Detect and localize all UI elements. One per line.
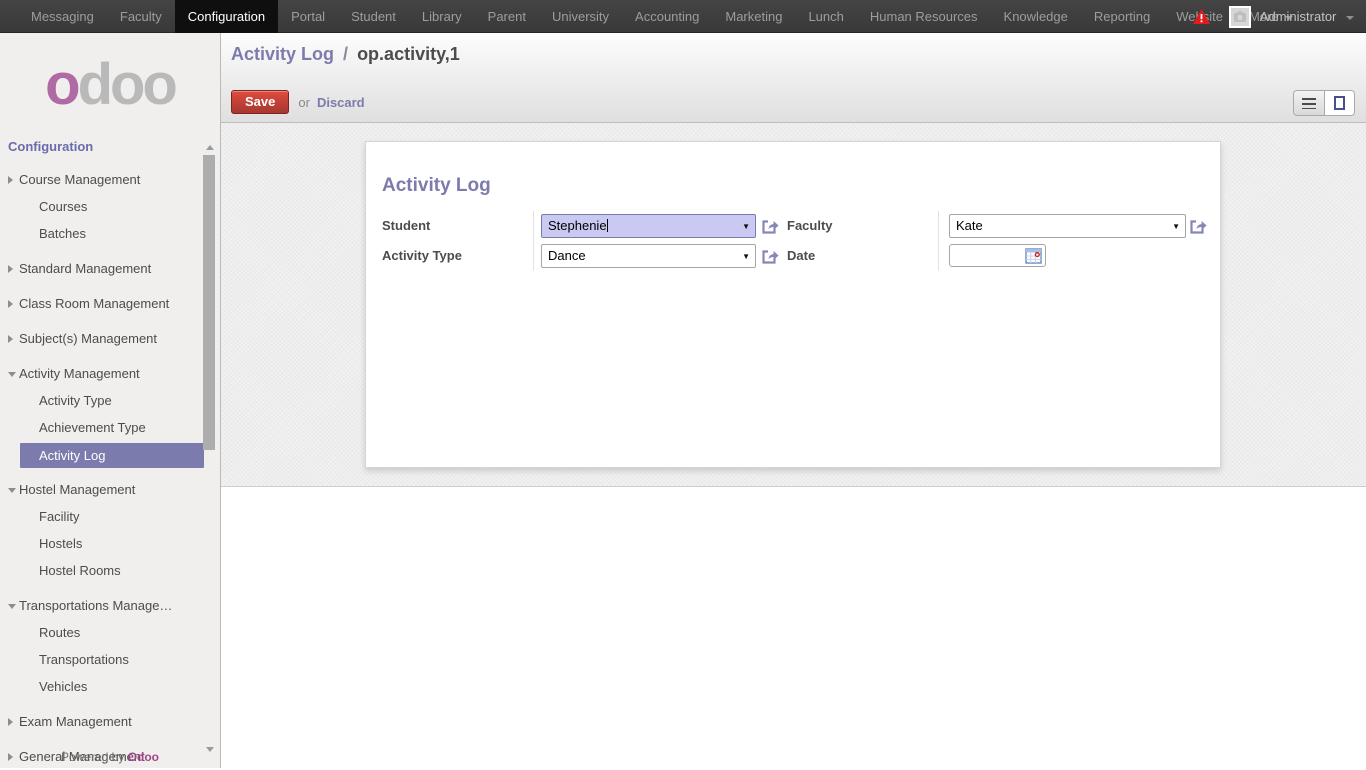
scroll-up-icon[interactable] bbox=[206, 145, 214, 150]
nav-item-parent[interactable]: Parent bbox=[475, 0, 539, 33]
calendar-icon[interactable] bbox=[1025, 247, 1042, 264]
or-label: or bbox=[298, 95, 310, 110]
form-title: Activity Log bbox=[382, 175, 491, 197]
warning-icon[interactable] bbox=[1193, 9, 1210, 24]
sidebar-group-standard-management[interactable]: Standard Management bbox=[0, 255, 220, 282]
list-icon bbox=[1302, 98, 1316, 109]
chevron-down-icon bbox=[8, 488, 16, 493]
nav-item-lunch[interactable]: Lunch bbox=[795, 0, 856, 33]
nav-item-accounting[interactable]: Accounting bbox=[622, 0, 712, 33]
action-buttons: Save or Discard bbox=[231, 90, 365, 114]
top-navbar: MessagingFacultyConfigurationPortalStude… bbox=[0, 0, 1366, 33]
sidebar-item-routes[interactable]: Routes bbox=[0, 619, 220, 646]
chevron-right-icon bbox=[8, 265, 13, 273]
sidebar-group-hostel-management[interactable]: Hostel Management bbox=[0, 476, 220, 503]
sidebar-group-course-management[interactable]: Course Management bbox=[0, 166, 220, 193]
avatar-placeholder-icon bbox=[1231, 8, 1249, 26]
nav-item-human-resources[interactable]: Human Resources bbox=[857, 0, 991, 33]
student-label: Student bbox=[382, 211, 430, 241]
nav-item-knowledge[interactable]: Knowledge bbox=[991, 0, 1081, 33]
nav-menu: MessagingFacultyConfigurationPortalStude… bbox=[18, 0, 1306, 33]
view-switcher bbox=[1293, 90, 1355, 116]
sidebar-group-exam-management[interactable]: Exam Management bbox=[0, 708, 220, 735]
chevron-right-icon bbox=[8, 335, 13, 343]
student-open-record-icon[interactable] bbox=[761, 218, 779, 235]
sidebar-item-transportations[interactable]: Transportations bbox=[0, 646, 220, 673]
powered-by: Powered by Odoo bbox=[0, 750, 220, 764]
sidebar-group-activity-management[interactable]: Activity Management bbox=[0, 360, 220, 387]
scrollbar-thumb[interactable] bbox=[203, 155, 215, 450]
dropdown-arrow-icon: ▼ bbox=[742, 215, 750, 238]
faculty-value: Kate bbox=[956, 218, 983, 233]
sidebar-heading: Configuration bbox=[8, 139, 220, 154]
powered-by-text: Powered by bbox=[61, 750, 128, 764]
chevron-right-icon bbox=[8, 300, 13, 308]
sidebar-item-hostels[interactable]: Hostels bbox=[0, 530, 220, 557]
sidebar: odoo Configuration Course ManagementCour… bbox=[0, 33, 221, 768]
list-view-button[interactable] bbox=[1294, 91, 1324, 115]
sidebar-group-subject-s-management[interactable]: Subject(s) Management bbox=[0, 325, 220, 352]
user-name-label: Administrator bbox=[1260, 9, 1337, 24]
sidebar-item-hostel-rooms[interactable]: Hostel Rooms bbox=[0, 557, 220, 584]
discard-link[interactable]: Discard bbox=[317, 95, 365, 110]
dropdown-arrow-icon: ▼ bbox=[742, 245, 750, 268]
faculty-open-record-icon[interactable] bbox=[1189, 218, 1207, 235]
breadcrumb-parent-link[interactable]: Activity Log bbox=[231, 44, 334, 64]
sidebar-scrollbar[interactable] bbox=[203, 145, 215, 752]
sidebar-item-achievement-type[interactable]: Achievement Type bbox=[0, 414, 220, 441]
form-icon bbox=[1334, 96, 1345, 110]
user-menu[interactable]: Administrator bbox=[1260, 9, 1354, 24]
breadcrumb-current: op.activity,1 bbox=[357, 44, 460, 64]
nav-item-university[interactable]: University bbox=[539, 0, 622, 33]
nav-item-library[interactable]: Library bbox=[409, 0, 475, 33]
nav-item-configuration[interactable]: Configuration bbox=[175, 0, 278, 33]
date-label: Date bbox=[787, 241, 815, 271]
activity-type-value: Dance bbox=[548, 248, 586, 263]
chevron-down-icon bbox=[8, 604, 16, 609]
form-view-button[interactable] bbox=[1324, 91, 1354, 115]
column-separator bbox=[533, 211, 534, 271]
nav-item-faculty[interactable]: Faculty bbox=[107, 0, 175, 33]
chevron-right-icon bbox=[8, 718, 13, 726]
faculty-select[interactable]: Kate ▼ bbox=[949, 214, 1186, 238]
chevron-down-icon bbox=[8, 372, 16, 377]
breadcrumb-separator: / bbox=[339, 44, 352, 64]
activity-type-open-record-icon[interactable] bbox=[761, 248, 779, 265]
sidebar-item-activity-log[interactable]: Activity Log bbox=[20, 443, 204, 468]
nav-item-portal[interactable]: Portal bbox=[278, 0, 338, 33]
chevron-down-icon bbox=[1346, 16, 1354, 20]
faculty-label: Faculty bbox=[787, 211, 833, 241]
sidebar-group-class-room-management[interactable]: Class Room Management bbox=[0, 290, 220, 317]
chevron-right-icon bbox=[8, 176, 13, 184]
form-background: Activity Log Student Activity Type Steph… bbox=[221, 123, 1366, 487]
main-area: Activity Log / op.activity,1 Save or Dis… bbox=[221, 33, 1366, 768]
activity-type-label: Activity Type bbox=[382, 241, 462, 271]
nav-item-messaging[interactable]: Messaging bbox=[18, 0, 107, 33]
avatar[interactable] bbox=[1229, 6, 1251, 28]
odoo-logo: odoo bbox=[0, 57, 220, 113]
activity-log-form: Activity Log Student Activity Type Steph… bbox=[365, 141, 1221, 468]
activity-type-select[interactable]: Dance ▼ bbox=[541, 244, 756, 268]
control-header: Activity Log / op.activity,1 Save or Dis… bbox=[221, 33, 1366, 123]
nav-item-marketing[interactable]: Marketing bbox=[712, 0, 795, 33]
sidebar-menu: Course ManagementCoursesBatches Standard … bbox=[0, 166, 220, 770]
date-input[interactable] bbox=[949, 244, 1046, 267]
sidebar-item-batches[interactable]: Batches bbox=[0, 220, 220, 247]
nav-item-reporting[interactable]: Reporting bbox=[1081, 0, 1163, 33]
student-select[interactable]: Stephenie ▼ bbox=[541, 214, 756, 238]
breadcrumb: Activity Log / op.activity,1 bbox=[231, 44, 460, 65]
sidebar-group-transportations-manage[interactable]: Transportations Manage… bbox=[0, 592, 220, 619]
sidebar-item-courses[interactable]: Courses bbox=[0, 193, 220, 220]
sidebar-item-vehicles[interactable]: Vehicles bbox=[0, 673, 220, 700]
sidebar-item-facility[interactable]: Facility bbox=[0, 503, 220, 530]
odoo-brand-link[interactable]: Odoo bbox=[128, 750, 159, 764]
text-cursor bbox=[607, 219, 608, 232]
sidebar-item-activity-type[interactable]: Activity Type bbox=[0, 387, 220, 414]
nav-item-student[interactable]: Student bbox=[338, 0, 409, 33]
save-button[interactable]: Save bbox=[231, 90, 289, 114]
student-value: Stephenie bbox=[548, 218, 607, 233]
nav-right-cluster: Administrator bbox=[1193, 0, 1354, 33]
dropdown-arrow-icon: ▼ bbox=[1172, 215, 1180, 238]
column-separator bbox=[938, 211, 939, 271]
